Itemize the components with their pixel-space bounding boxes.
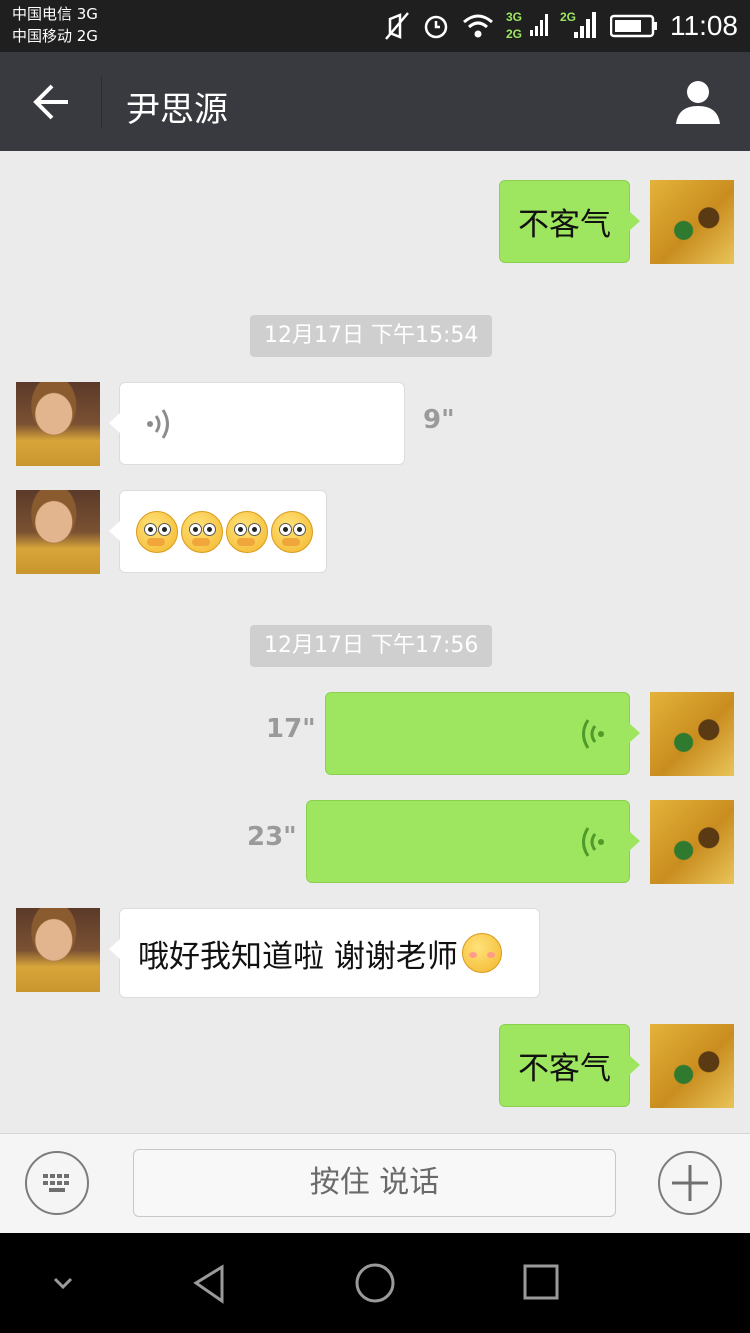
more-options-button[interactable] <box>658 1151 722 1215</box>
message-list[interactable]: 不客气 12月17日 下午15:54 9" 12月17日 下午17:56 17"… <box>0 151 750 1133</box>
voice-message-incoming[interactable] <box>109 382 405 465</box>
voice-message-outgoing[interactable] <box>306 800 640 883</box>
voice-duration: 17" <box>266 714 316 744</box>
my-avatar[interactable] <box>650 180 734 264</box>
nav-back-button[interactable] <box>188 1263 232 1311</box>
back-arrow-icon <box>33 84 68 120</box>
system-nav-bar <box>0 1233 750 1333</box>
voice-wave-icon <box>582 826 604 857</box>
clock: 11:08 <box>670 10 738 41</box>
contact-avatar[interactable] <box>16 908 100 992</box>
keyboard-toggle-button[interactable] <box>25 1151 89 1215</box>
emoji-message-incoming[interactable] <box>109 490 327 573</box>
alarm-icon <box>424 15 448 39</box>
circle-home-icon <box>355 1263 395 1303</box>
message-bubble-outgoing[interactable]: 不客气 <box>499 180 640 263</box>
thinking-emoji-icon <box>226 510 268 553</box>
nav-home-button[interactable] <box>353 1263 397 1311</box>
title-divider <box>101 76 102 128</box>
plus-icon <box>672 1165 708 1201</box>
page-title: 尹思源 <box>126 90 228 130</box>
voice-message-outgoing[interactable] <box>325 692 640 775</box>
status-icons: 3G 2G 2G 11:08 <box>384 0 738 52</box>
person-icon <box>676 81 720 124</box>
signal-3g-icon: 3G 2G <box>506 10 548 41</box>
status-bar: 中国电信 3G 中国移动 2G 3G 2G 2G 11:08 <box>0 0 750 52</box>
my-avatar[interactable] <box>650 1024 734 1108</box>
voice-duration: 9" <box>423 405 455 435</box>
signal-2g-icon: 2G <box>560 10 596 38</box>
hide-keyboard-button[interactable] <box>48 1263 78 1307</box>
message-text: 哦好我知道啦 谢谢老师 <box>138 938 458 975</box>
net-label-3: 2G <box>560 10 576 24</box>
thinking-emoji-icon <box>136 510 178 553</box>
wifi-icon <box>463 14 493 38</box>
back-button[interactable] <box>20 74 80 130</box>
triangle-back-icon <box>193 1264 224 1304</box>
message-text: 不客气 <box>518 207 611 243</box>
thinking-emoji-icon <box>181 510 223 553</box>
timestamp: 12月17日 下午17:56 <box>250 625 493 667</box>
my-avatar[interactable] <box>650 692 734 776</box>
message-bubble-outgoing[interactable]: 不客气 <box>499 1024 640 1107</box>
nav-recents-button[interactable] <box>521 1263 561 1307</box>
timestamp: 12月17日 下午15:54 <box>250 315 493 357</box>
message-bubble-incoming[interactable]: 哦好我知道啦 谢谢老师 <box>109 908 540 998</box>
chat-header: 尹思源 <box>0 52 750 151</box>
hold-to-talk-button[interactable]: 按住 说话 <box>133 1149 616 1217</box>
square-recents-icon <box>523 1264 559 1300</box>
keyboard-icon <box>43 1174 69 1192</box>
contact-avatar[interactable] <box>16 382 100 466</box>
voice-duration: 23" <box>247 822 297 852</box>
input-bar: 按住 说话 <box>0 1133 750 1233</box>
vibrate-off-icon <box>385 12 409 40</box>
carrier-2: 中国移动 2G <box>12 27 98 45</box>
net-label-2: 2G <box>506 27 522 41</box>
thinking-emoji-icon <box>271 510 313 553</box>
chevron-down-icon <box>53 1277 73 1290</box>
contact-info-button[interactable] <box>674 78 722 126</box>
battery-icon <box>610 14 657 38</box>
voice-wave-icon <box>147 408 169 439</box>
shy-smile-emoji-icon <box>461 933 502 973</box>
carrier-1: 中国电信 3G <box>12 5 98 23</box>
net-label-1: 3G <box>506 10 522 24</box>
my-avatar[interactable] <box>650 800 734 884</box>
voice-wave-icon <box>582 718 604 749</box>
carrier-info: 中国电信 3G 中国移动 2G <box>12 3 98 47</box>
contact-avatar[interactable] <box>16 490 100 574</box>
message-text: 不客气 <box>518 1051 611 1087</box>
